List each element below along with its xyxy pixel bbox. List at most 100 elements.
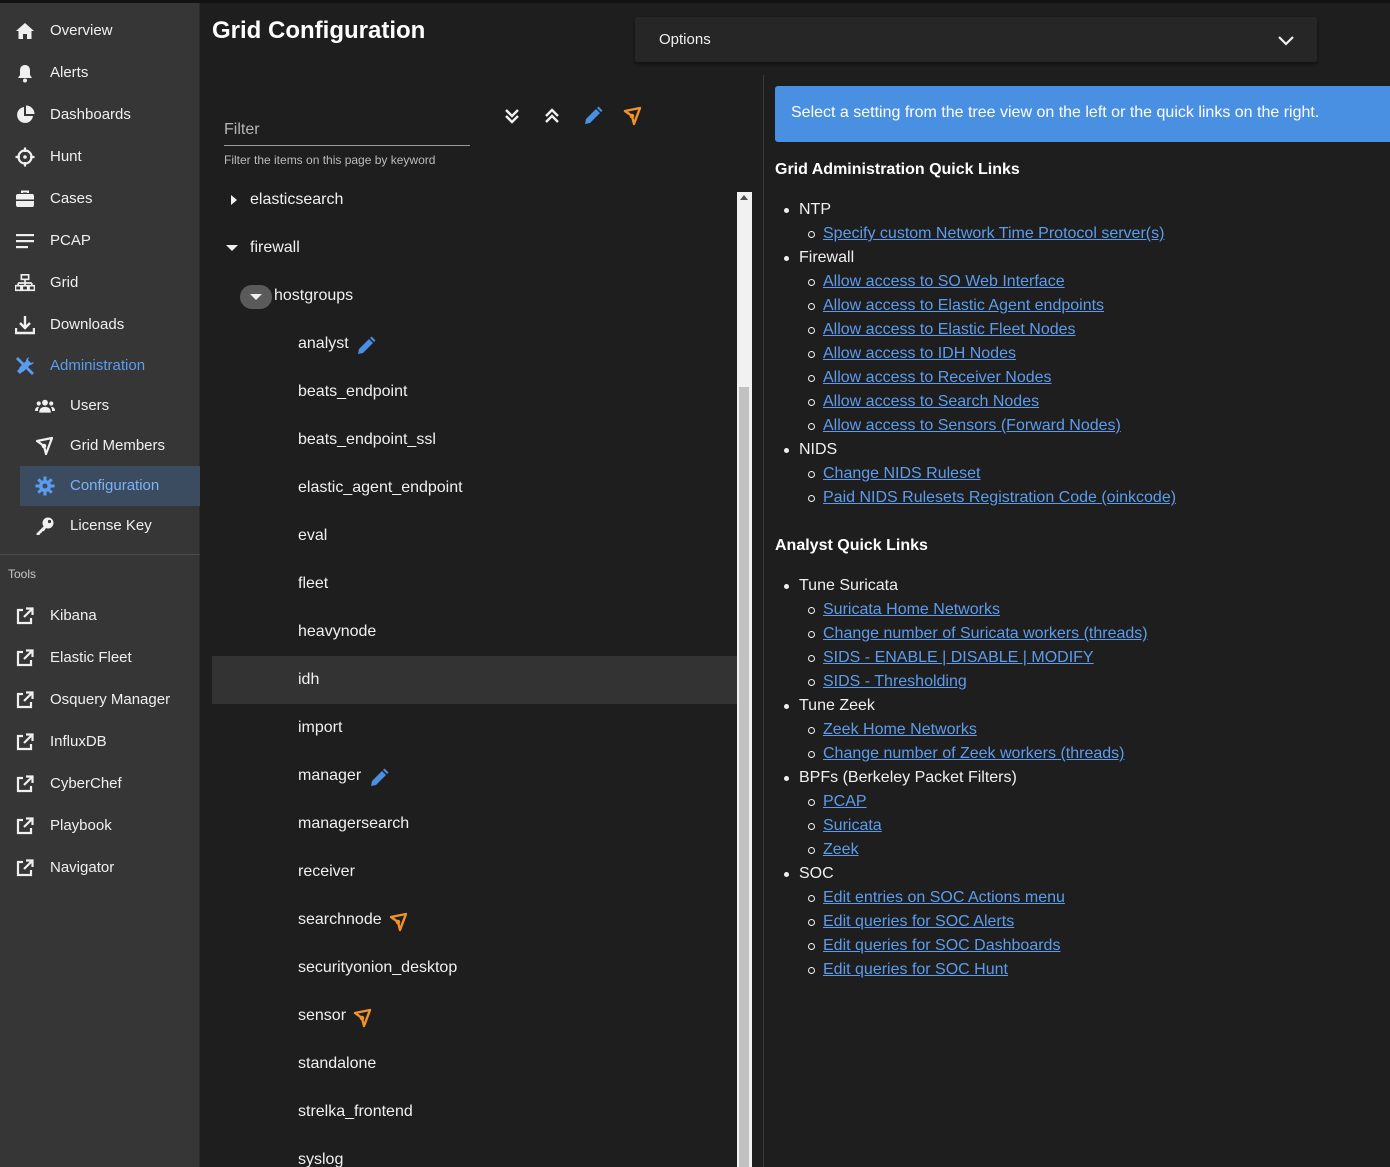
collapse-all-button[interactable] [540,104,564,128]
quicklink[interactable]: Allow access to IDH Nodes [808,345,1016,363]
tree-node-import[interactable]: import [212,704,737,752]
toggle-button[interactable] [240,285,272,309]
quicklink[interactable]: Suricata Home Networks [808,601,1000,619]
tree-node-label: heavynode [298,623,377,640]
quicklink[interactable]: Change NIDS Ruleset [807,465,980,483]
quicklink[interactable]: Zeek Home Networks [808,721,977,739]
tree-scrollbar[interactable] [737,192,752,1167]
quicklink[interactable]: Edit queries for SOC Alerts [807,913,1014,931]
sidebar-item-hunt[interactable]: Hunt [0,137,200,177]
quicklink[interactable]: Edit queries for SOC Dashboards [807,937,1060,955]
sidebar-item-influxdb[interactable]: InfluxDB [0,722,200,762]
tree-node-receiver[interactable]: receiver [212,848,737,896]
tree-node-managersearch[interactable]: managersearch [212,800,737,848]
tree-node-securityonion-desktop[interactable]: securityonion_desktop [212,944,737,992]
sidebar-item-users[interactable]: Users [0,386,200,426]
tree-node-firewall[interactable]: firewall [212,224,737,272]
tree-node-heavynode[interactable]: heavynode [212,608,737,656]
quicklink[interactable]: SIDS - Thresholding [808,673,967,691]
grid-members-icon [623,106,642,126]
sidebar-item-label: InfluxDB [50,733,107,750]
sidebar-item-kibana[interactable]: Kibana [0,596,200,636]
sidebar-item-alerts[interactable]: Alerts [0,53,200,93]
sidebar-item-grid[interactable]: Grid [0,263,200,303]
quicklink[interactable]: Specify custom Network Time Protocol ser… [807,225,1164,243]
sidebar-item-configuration[interactable]: Configuration [20,466,200,506]
quicklink[interactable]: PCAP [808,793,867,811]
sidebar-item-grid-members[interactable]: Grid Members [0,426,200,466]
tree-node-beats-endpoint-ssl[interactable]: beats_endpoint_ssl [212,416,737,464]
tree-node-eval[interactable]: eval [212,512,737,560]
tree-node-hostgroups[interactable]: hostgroups [212,272,737,320]
show-node-settings-button[interactable] [621,104,645,128]
tree-node-sensor[interactable]: sensor [212,992,737,1040]
sidebar-item-elastic-fleet[interactable]: Elastic Fleet [0,638,200,678]
sidebar-item-pcap[interactable]: PCAP [0,221,200,261]
quicklink[interactable]: Change number of Zeek workers (threads) [807,745,1124,763]
tree-node-label: import [298,719,343,736]
quicklink[interactable]: Zeek [808,841,859,859]
quicklink[interactable]: Edit entries on SOC Actions menu [808,889,1065,907]
settings-tree: elasticsearch firewall hostgroups analys… [212,176,737,1167]
show-modified-button[interactable] [581,104,605,128]
tree-node-standalone[interactable]: standalone [212,1040,737,1088]
quicklink[interactable]: Allow access to Elastic Agent endpoints [807,297,1104,315]
quicklink[interactable]: Paid NIDS Rulesets Registration Code (oi… [807,489,1176,507]
quicklink[interactable]: Edit queries for SOC Hunt [808,961,1008,979]
sidebar-item-label: Administration [50,357,146,374]
quicklink[interactable]: Suricata [808,817,882,835]
tree-node-strelka-frontend[interactable]: strelka_frontend [212,1088,737,1136]
expand-all-icon [505,109,519,124]
quicklink-category: Firewall [783,249,855,266]
sidebar-item-label: Osquery Manager [50,691,171,708]
quicklink[interactable]: Allow access to Receiver Nodes [808,369,1052,387]
sidebar-item-administration[interactable]: Administration [0,346,200,386]
scroll-up-arrow-icon[interactable] [740,195,748,200]
sidebar-item-label: PCAP [50,232,91,249]
tree-node-searchnode[interactable]: searchnode [212,896,737,944]
tree-node-label: standalone [298,1055,377,1072]
quicklink[interactable]: Allow access to SO Web Interface [808,273,1065,291]
scroll-thumb[interactable] [739,387,749,1167]
tree-node-manager[interactable]: manager [212,752,737,800]
pie-chart-icon [15,105,35,125]
filter-input[interactable] [224,112,470,146]
sidebar-item-overview[interactable]: Overview [0,11,200,51]
external-link-icon [15,690,35,710]
tree-node-analyst[interactable]: analyst [212,320,737,368]
tree-node-label: idh [298,671,320,688]
sidebar-item-license-key[interactable]: License Key [0,506,200,546]
sidebar-item-downloads[interactable]: Downloads [0,305,200,345]
tree-node-label: strelka_frontend [298,1103,413,1120]
sidebar-item-label: Hunt [50,148,82,165]
tree-node-fleet[interactable]: fleet [212,560,737,608]
external-link-icon [15,648,35,668]
sidebar-item-osquery-manager[interactable]: Osquery Manager [0,680,200,720]
quicklink[interactable]: Allow access to Elastic Fleet Nodes [808,321,1076,339]
sidebar-item-cases[interactable]: Cases [0,179,200,219]
pencil-icon [358,336,376,354]
tree-node-syslog[interactable]: syslog [212,1136,737,1167]
tree-node-beats-endpoint[interactable]: beats_endpoint [212,368,737,416]
sidebar-item-label: Users [70,397,110,414]
sidebar-item-dashboards[interactable]: Dashboards [0,95,200,135]
quicklink[interactable]: Allow access to Sensors (Forward Nodes) [808,417,1121,435]
tree-node-label: syslog [298,1151,344,1167]
sidebar-item-playbook[interactable]: Playbook [0,806,200,846]
options-expansion-panel[interactable]: Options [635,17,1317,62]
quicklink[interactable]: Change number of Suricata workers (threa… [808,625,1148,643]
key-icon [35,516,55,536]
expand-all-button[interactable] [500,104,524,128]
caret-down-icon [226,245,238,251]
quicklink[interactable]: Allow access to Search Nodes [807,393,1039,411]
tree-node-elasticsearch[interactable]: elasticsearch [212,176,737,224]
tree-node-label: fleet [298,575,329,592]
sidebar-item-navigator[interactable]: Navigator [0,848,200,888]
grid-members-icon [353,1008,372,1028]
sidebar: Overview Alerts Dashboards Hunt Cases PC… [0,3,200,1167]
tree-node-idh[interactable]: idh [212,656,737,704]
tree-node-label: manager [298,767,362,784]
sidebar-item-cyberchef[interactable]: CyberChef [0,764,200,804]
tree-node-elastic-agent-endpoint[interactable]: elastic_agent_endpoint [212,464,737,512]
quicklink[interactable]: SIDS - ENABLE | DISABLE | MODIFY [808,649,1094,667]
